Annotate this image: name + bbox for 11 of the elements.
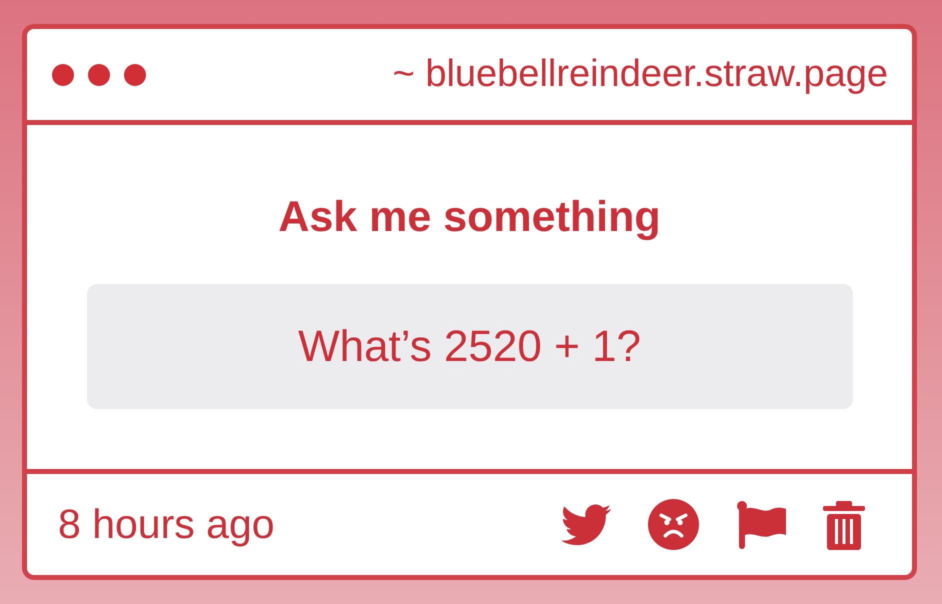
heading: Ask me something: [278, 192, 661, 242]
bird-icon[interactable]: [561, 504, 611, 546]
question-box: What’s 2520 + 1?: [86, 284, 852, 409]
flag-icon[interactable]: [736, 500, 786, 548]
post-time: 8 hours ago: [58, 501, 275, 548]
trash-icon[interactable]: [823, 500, 865, 550]
page-address: ~ bluebellreindeer.straw.page: [392, 53, 888, 96]
angry-face-icon[interactable]: [648, 499, 699, 550]
window-dot-icon: [124, 64, 146, 86]
window-dot-icon: [88, 64, 110, 86]
window-dot-icon: [52, 64, 74, 86]
